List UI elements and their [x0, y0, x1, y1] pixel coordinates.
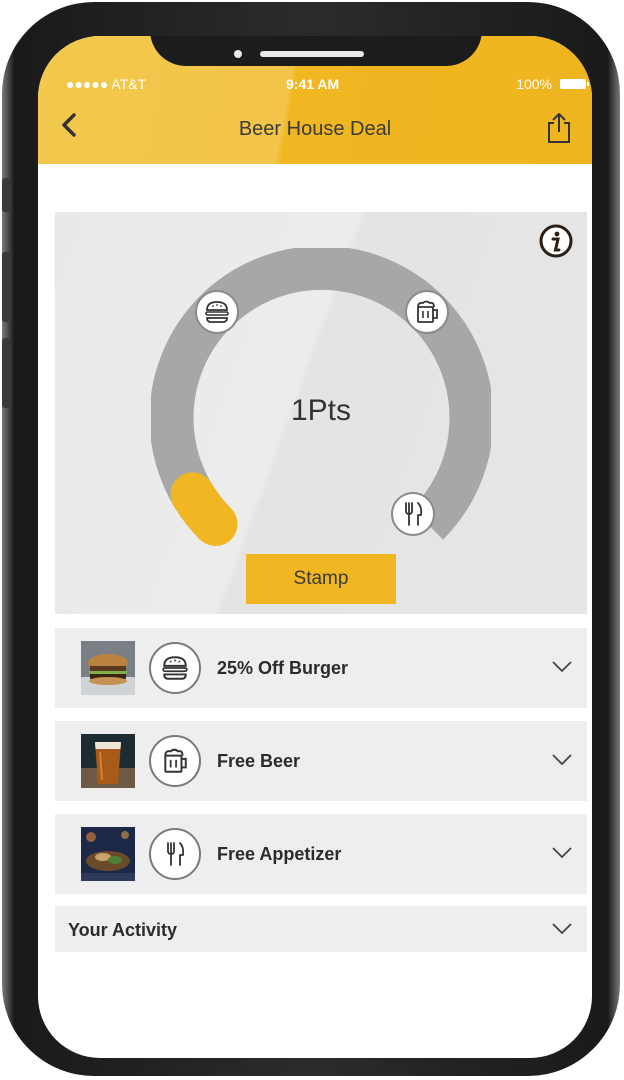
rewards-card: 1Pts Stamp [55, 212, 587, 614]
reward-label: Free Beer [217, 751, 301, 771]
your-activity-row[interactable]: Your Activity [55, 906, 587, 952]
burger-photo [81, 641, 135, 695]
beer-mug-icon [149, 735, 201, 787]
reward-label: 25% Off Burger [217, 658, 349, 678]
app-header: ●●●●● AT&T 9:41 AM 100% Beer House Deal [38, 36, 592, 164]
fork-knife-icon [149, 828, 201, 880]
carrier-label: ●●●●● AT&T [66, 76, 147, 92]
battery-percent: 100% [516, 76, 552, 92]
battery-icon [560, 79, 589, 89]
mute-switch [2, 178, 10, 212]
beer-mug-icon [405, 290, 449, 334]
burger-icon [195, 290, 239, 334]
chevron-down-icon[interactable] [551, 846, 573, 860]
volume-down-button [2, 338, 10, 408]
info-icon[interactable] [539, 224, 573, 263]
share-icon[interactable] [546, 112, 572, 149]
points-label: 1Pts [290, 394, 352, 427]
activity-label: Your Activity [68, 920, 178, 940]
reward-label: Free Appetizer [217, 844, 342, 864]
reward-item-appetizer[interactable]: Free Appetizer [55, 814, 587, 894]
fork-knife-icon [391, 492, 435, 536]
gauge-progress [170, 472, 238, 546]
chevron-down-icon[interactable] [551, 753, 573, 767]
chevron-down-icon[interactable] [551, 922, 573, 936]
reward-item-beer[interactable]: Free Beer [55, 721, 587, 801]
page-title: Beer House Deal [238, 118, 392, 140]
phone-frame: ●●●●● AT&T 9:41 AM 100% Beer House Deal [2, 2, 620, 1076]
reward-item-burger[interactable]: 25% Off Burger [55, 628, 587, 708]
burger-icon [149, 642, 201, 694]
stamp-button[interactable]: Stamp [246, 554, 396, 604]
volume-up-button [2, 252, 10, 322]
beer-photo [81, 734, 135, 788]
clock: 9:41 AM [286, 76, 340, 92]
appetizer-photo [81, 827, 135, 881]
notch [150, 36, 482, 66]
screen: ●●●●● AT&T 9:41 AM 100% Beer House Deal [38, 36, 592, 1058]
chevron-down-icon[interactable] [551, 660, 573, 674]
